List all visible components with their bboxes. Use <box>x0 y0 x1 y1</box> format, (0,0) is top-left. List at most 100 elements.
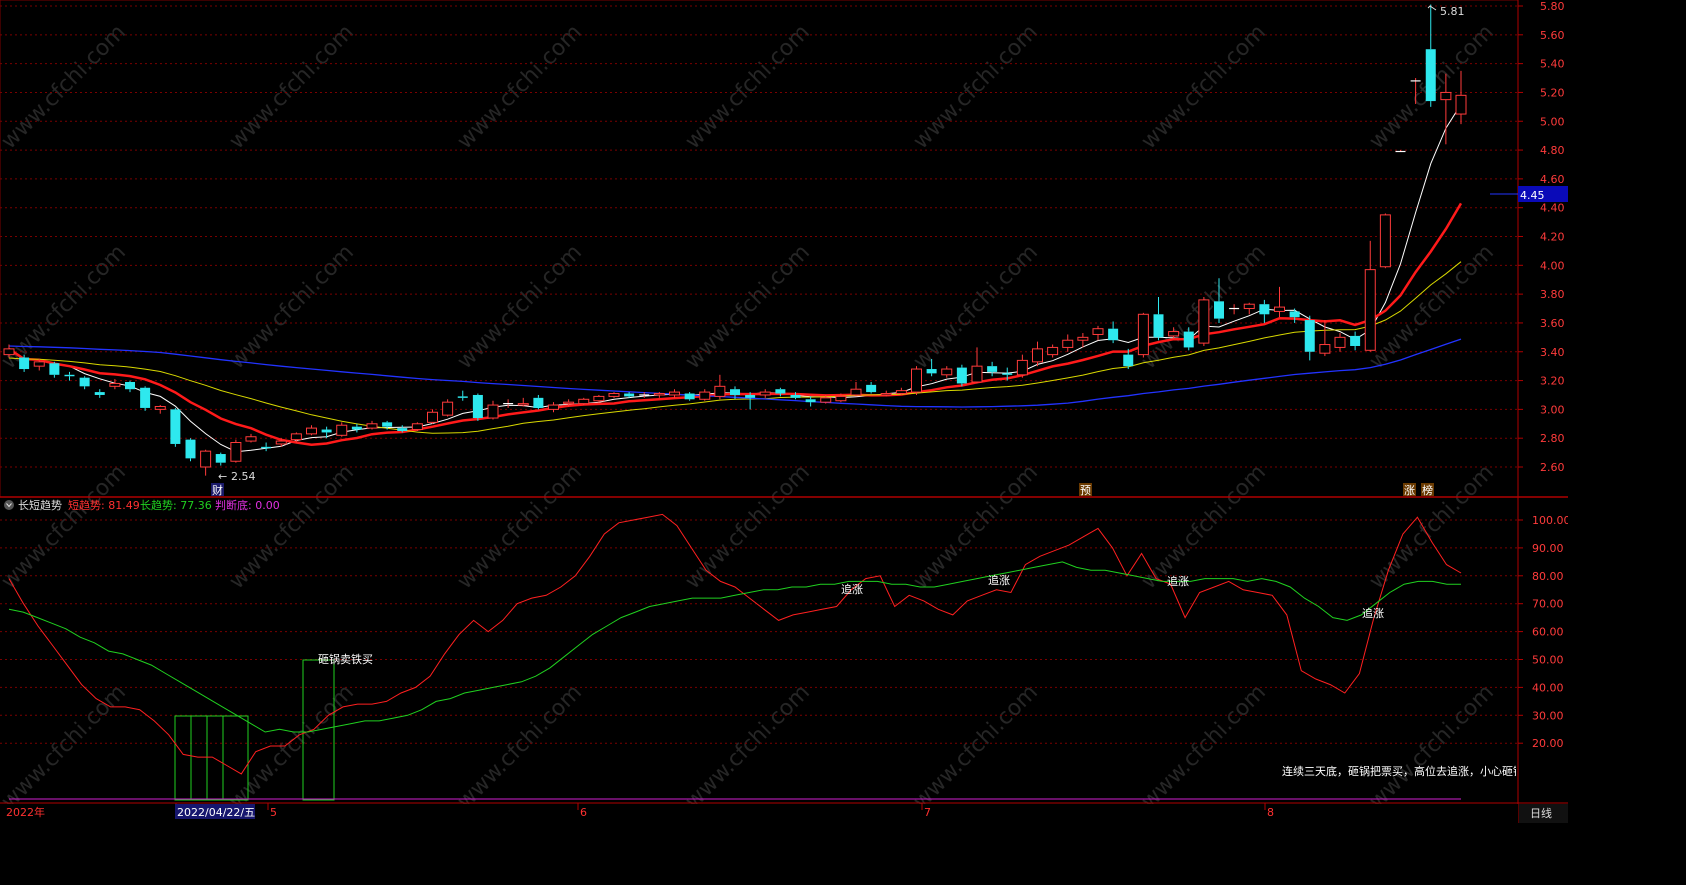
candle[interactable] <box>1364 240 1376 352</box>
candle-body <box>1123 354 1134 367</box>
candle[interactable] <box>427 409 438 424</box>
candle[interactable] <box>1016 354 1028 378</box>
candle-body <box>684 393 695 400</box>
candle[interactable] <box>1137 312 1149 358</box>
candle[interactable] <box>1425 4 1436 107</box>
candle-body <box>245 436 257 442</box>
candle[interactable] <box>593 394 605 403</box>
candle[interactable] <box>366 420 378 430</box>
candle[interactable] <box>1229 304 1240 315</box>
candle-body <box>336 424 348 436</box>
candle[interactable] <box>185 438 196 462</box>
candle[interactable] <box>714 374 726 400</box>
candle[interactable] <box>1062 334 1074 352</box>
candle[interactable] <box>775 387 786 397</box>
candle[interactable] <box>351 423 362 433</box>
candle[interactable] <box>487 400 499 420</box>
candle-body <box>275 440 287 445</box>
candle[interactable] <box>336 422 348 437</box>
candle[interactable] <box>64 371 75 381</box>
candle-body <box>1274 306 1285 312</box>
collapse-icon[interactable] <box>4 500 14 510</box>
indicator-tick-label: 70.00 <box>1532 598 1564 611</box>
candle[interactable] <box>170 407 181 447</box>
candle[interactable] <box>503 399 514 408</box>
candle[interactable] <box>866 382 877 394</box>
candle[interactable] <box>1259 299 1270 323</box>
candle-body <box>1304 320 1315 352</box>
candle[interactable] <box>1153 297 1164 341</box>
watermark-text: www.cfchi.com <box>909 460 1043 594</box>
candle[interactable] <box>442 399 454 417</box>
candle-body <box>1334 336 1346 348</box>
candle[interactable] <box>956 364 967 387</box>
indicator-name: 长短趋势 <box>18 498 62 512</box>
candle[interactable] <box>94 389 105 398</box>
candle-body <box>987 366 998 372</box>
candle[interactable] <box>1350 331 1361 351</box>
candle-body <box>1137 313 1149 356</box>
candle[interactable] <box>230 439 242 463</box>
candle[interactable] <box>517 397 529 407</box>
candle[interactable] <box>548 402 559 413</box>
candle[interactable] <box>533 394 544 410</box>
candle[interactable] <box>1379 213 1391 269</box>
candle[interactable] <box>472 393 483 421</box>
candle[interactable] <box>987 361 998 377</box>
candle-body <box>820 397 832 403</box>
candle[interactable] <box>850 382 862 397</box>
candle[interactable] <box>578 397 590 406</box>
candle[interactable] <box>1092 325 1104 341</box>
candle[interactable] <box>140 386 151 411</box>
period-button[interactable]: 日线 <box>1519 804 1568 823</box>
candle[interactable] <box>215 452 226 466</box>
watermark-text: www.cfchi.com <box>453 240 587 374</box>
candle-body <box>911 368 922 393</box>
candle[interactable] <box>49 361 60 378</box>
candle[interactable] <box>669 389 680 398</box>
candle[interactable] <box>411 422 423 431</box>
candle[interactable] <box>699 389 711 401</box>
candle[interactable] <box>608 392 620 398</box>
candle[interactable] <box>1047 344 1059 358</box>
candle[interactable] <box>941 366 953 378</box>
candle-body <box>1077 336 1089 341</box>
candle[interactable] <box>306 425 317 436</box>
candle[interactable] <box>261 442 272 452</box>
candle[interactable] <box>1304 315 1315 361</box>
candle-body <box>775 389 786 394</box>
candle[interactable] <box>457 390 468 401</box>
candle-body <box>382 422 393 427</box>
candle[interactable] <box>1274 286 1285 318</box>
candle[interactable] <box>1243 302 1255 315</box>
watermark-text: www.cfchi.com <box>225 20 359 154</box>
long-trend-label: 长趋势: 77.36 <box>140 499 212 512</box>
candle[interactable] <box>971 347 983 384</box>
candle[interactable] <box>1198 297 1210 346</box>
candle[interactable] <box>805 396 816 407</box>
candle[interactable] <box>1334 333 1346 352</box>
candle[interactable] <box>895 387 907 395</box>
candle[interactable] <box>1108 321 1119 344</box>
candle[interactable] <box>79 376 90 390</box>
candle[interactable] <box>200 449 212 476</box>
candle[interactable] <box>684 392 695 401</box>
candle-body <box>880 393 892 396</box>
candle-body <box>290 433 302 441</box>
indicator-tick-label: 40.00 <box>1532 681 1564 694</box>
candle[interactable] <box>154 405 166 414</box>
candlesticks[interactable] <box>3 4 1467 476</box>
indicator-tick-label: 100.00 <box>1532 514 1568 527</box>
candle[interactable] <box>1032 341 1043 367</box>
indicator-axis: 100.00 90.00 80.00 70.00 60.00 50.00 40.00 30.0… <box>1518 514 1568 750</box>
candle-body <box>866 384 877 393</box>
candle-body <box>699 391 711 400</box>
candle[interactable] <box>245 433 257 443</box>
candle[interactable] <box>911 366 922 395</box>
candle[interactable] <box>759 389 771 398</box>
price-tick-label: 3.80 <box>1540 288 1565 301</box>
candle[interactable] <box>125 380 135 393</box>
stock-chart[interactable]: www.cfchi.com www.cfchi.com www.cfchi.com w… <box>0 0 1568 823</box>
price-tick-label: 2.80 <box>1540 432 1565 445</box>
month-label: 8 <box>1267 806 1274 819</box>
